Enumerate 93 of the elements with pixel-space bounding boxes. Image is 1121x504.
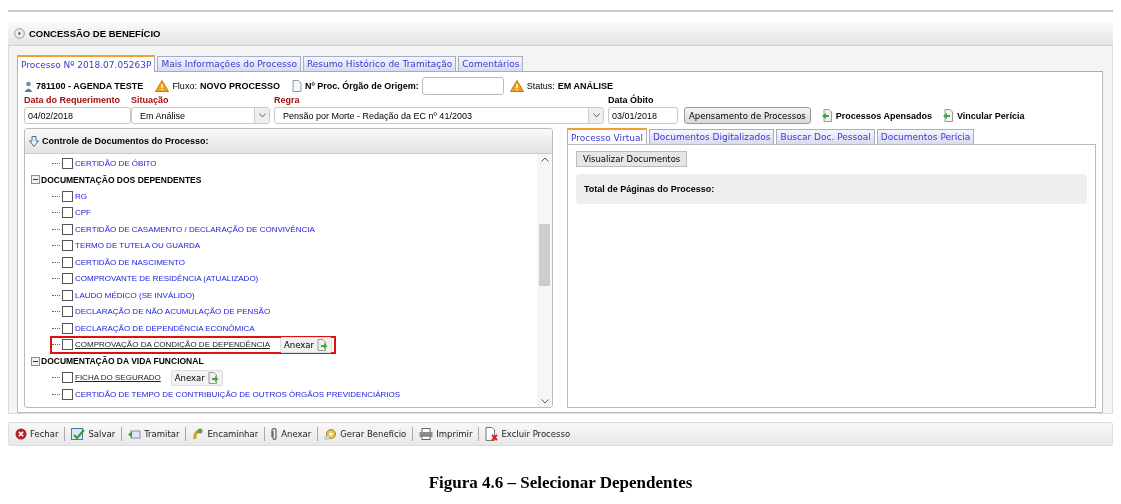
origin-process-label: Nº Proc. Órgão de Origem: (304, 81, 419, 91)
flow-value: NOVO PROCESSO (199, 81, 280, 91)
date-field[interactable]: 04/02/2018 (24, 107, 131, 124)
tab[interactable]: Resumo Histórico de Tramitação (302, 56, 457, 71)
status-value: EM ANÁLISE (557, 81, 613, 91)
tab[interactable]: Processo Nº 2018.07.05263P (17, 55, 156, 72)
chevron-down-icon (592, 113, 600, 118)
checkbox[interactable] (62, 240, 73, 252)
origin-process-field[interactable] (421, 77, 504, 95)
status-label: Status: (526, 81, 555, 91)
field-label: Situação (131, 95, 170, 105)
save-icon (71, 427, 86, 441)
checkbox[interactable] (62, 157, 73, 169)
forward-icon (192, 428, 205, 440)
scroll-thumb[interactable] (539, 224, 550, 286)
toolbar-button[interactable]: Gerar Benefício (324, 428, 407, 440)
send-icon (128, 428, 142, 440)
checkbox[interactable] (62, 322, 73, 334)
figure-caption: Figura 4.6 – Selecionar Dependentes (428, 473, 693, 492)
field-label: Regra (274, 95, 301, 105)
linked-document-icon (942, 109, 955, 122)
document-link[interactable]: COMPROVANTE DE RESIDÊNCIA (ATUALIZADO) (75, 274, 259, 284)
total-pages-label: Total de Páginas do Processo: (584, 184, 715, 194)
document-link[interactable]: TERMO DE TUTELA OU GUARDA (75, 241, 201, 251)
field-label: Data do Requerimento (24, 95, 121, 105)
tab[interactable]: Mais Informações do Processo (157, 56, 301, 71)
group-label: DOCUMENTAÇÃO DOS DEPENDENTES (41, 174, 202, 185)
printer-icon (419, 428, 434, 440)
tab[interactable]: Documentos Digitalizados (648, 129, 775, 144)
toolbar-button[interactable]: Fechar (15, 428, 59, 440)
toolbar-button[interactable]: Imprimir (419, 428, 473, 440)
checkbox[interactable] (62, 207, 73, 219)
attach-document-icon (207, 371, 219, 384)
document-link[interactable]: CERTIDÃO DE CASAMENTO / DECLARAÇÃO DE CONVIVÊNCIA (75, 224, 315, 234)
section-title: CONCESSÃO DE BENEFÍCIO (29, 28, 161, 39)
select-field[interactable]: Em Análise (131, 107, 270, 124)
scrollbar[interactable] (537, 154, 552, 407)
view-documents-button[interactable]: Visualizar Documentos (576, 151, 688, 167)
document-link[interactable]: LAUDO MÉDICO (SE INVÁLIDO) (75, 290, 195, 300)
checkbox[interactable] (62, 339, 73, 351)
linked-document-icon (820, 109, 834, 122)
field-label: Data Óbito (608, 95, 655, 105)
document-link[interactable]: CERTIDÃO DE NASCIMENTO (75, 257, 185, 267)
toolbar-button[interactable]: Anexar (271, 427, 312, 441)
document-link[interactable]: CERTIDÃO DE ÓBITO (75, 158, 157, 168)
paperclip-icon (271, 427, 279, 441)
attach-button[interactable]: Anexar (170, 369, 223, 386)
document-link[interactable]: COMPROVAÇÃO DA CONDIÇÃO DE DEPENDÊNCIA (75, 340, 270, 350)
expand-icon[interactable] (14, 28, 25, 39)
tab[interactable]: Buscar Doc. Pessoal (776, 129, 875, 144)
checkbox[interactable] (62, 190, 73, 202)
document-link[interactable]: RG (75, 191, 87, 201)
checkbox[interactable] (62, 223, 73, 235)
select-field[interactable]: Pensão por Morte - Redação da EC nº 41/2003 (274, 107, 604, 124)
document-icon (291, 80, 302, 92)
document-link[interactable]: FICHA DO SEGURADO (75, 373, 161, 383)
document-link[interactable]: DECLARAÇÃO DE NÃO ACUMULAÇÃO DE PENSÃO (75, 307, 271, 317)
collapse-icon[interactable] (31, 356, 40, 366)
group-label: DOCUMENTAÇÃO DA VIDA FUNCIONAL (41, 356, 204, 367)
toolbar-button[interactable]: Encaminhar (192, 428, 259, 440)
warning-icon (155, 80, 170, 92)
collapse-icon[interactable] (31, 175, 40, 185)
checkbox[interactable] (62, 256, 73, 268)
download-arrow-icon (29, 135, 39, 147)
toolbar-button[interactable]: Excluir Processo (485, 427, 571, 441)
checkbox[interactable] (62, 289, 73, 301)
close-icon (15, 428, 27, 440)
date-field[interactable]: 03/01/2018 (608, 107, 678, 124)
agenda-label: 781100 - AGENDA TESTE (36, 81, 144, 91)
attach-button[interactable]: Anexar (280, 336, 332, 353)
flow-label: Fluxo: (172, 81, 197, 91)
toolbar-button[interactable]: Salvar (71, 427, 116, 441)
link[interactable]: Vincular Perícia (957, 110, 1025, 121)
delete-document-icon (485, 427, 499, 441)
document-link[interactable]: CERTIDÃO DE TEMPO DE CONTRIBUIÇÃO DE OUTROS ÓRGÃOS PREVIDENCIÁRIOS (75, 389, 401, 399)
tab[interactable]: Comentários (458, 56, 524, 71)
scroll-down-icon[interactable] (540, 399, 549, 404)
warning-icon (509, 80, 524, 92)
scroll-up-icon[interactable] (540, 157, 549, 162)
checkbox[interactable] (62, 273, 73, 285)
toolbar-button[interactable]: Tramitar (128, 428, 180, 440)
panel-title: Controle de Documentos do Processo: (42, 136, 209, 146)
checkbox[interactable] (62, 388, 73, 400)
tab[interactable]: Documentos Perícia (876, 129, 975, 144)
checkbox[interactable] (62, 306, 73, 318)
attach-processes-button[interactable]: Apensamento de Processos (684, 107, 811, 124)
document-link[interactable]: CPF (75, 208, 91, 218)
checkbox[interactable] (62, 372, 73, 384)
attach-document-icon (317, 338, 328, 351)
chevron-down-icon (258, 113, 266, 118)
user-icon (24, 80, 33, 92)
document-link[interactable]: DECLARAÇÃO DE DEPENDÊNCIA ECONÔMICA (75, 323, 255, 333)
link[interactable]: Processos Apensados (835, 110, 932, 121)
